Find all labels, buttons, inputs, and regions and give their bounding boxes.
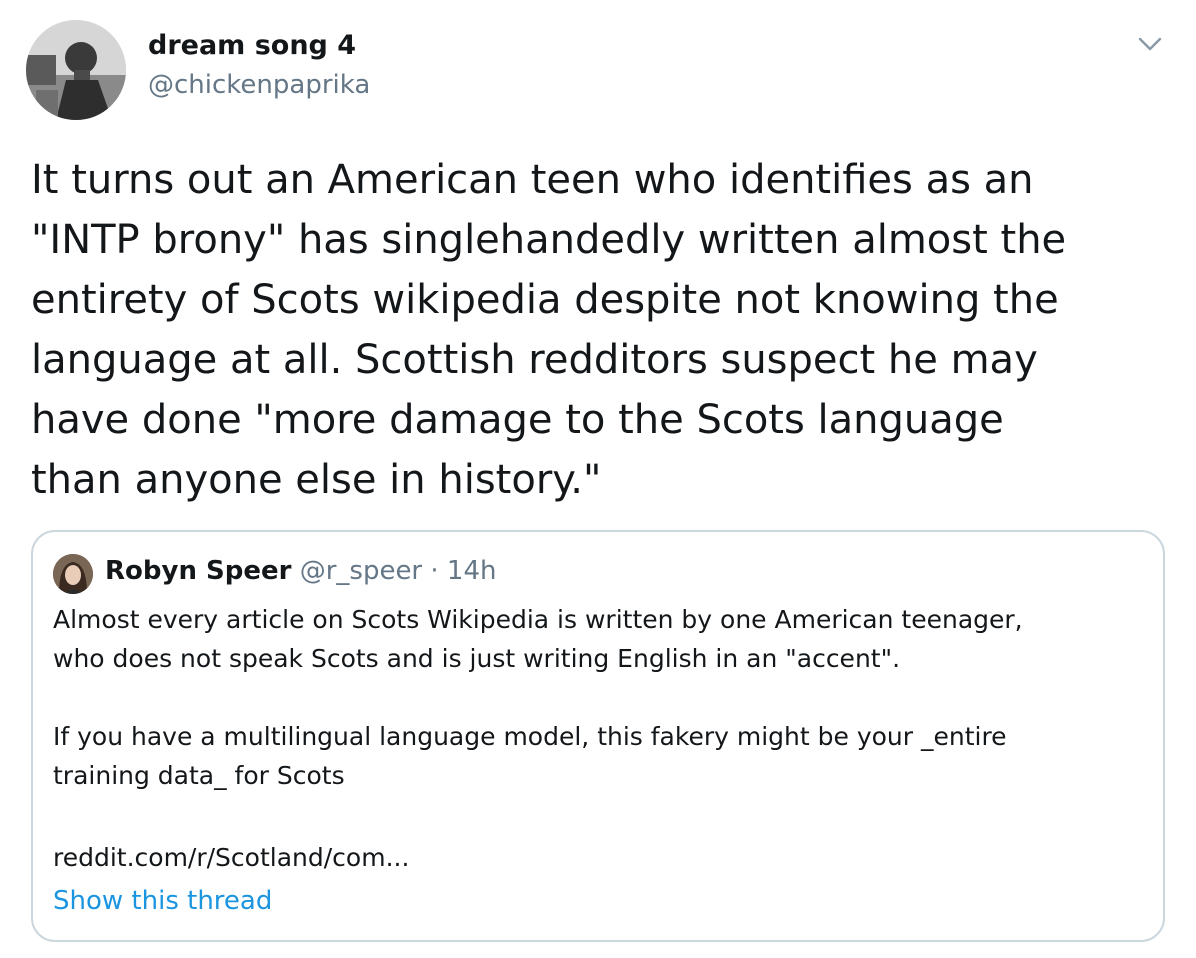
quoted-tweet[interactable]: Robyn Speer @r_speer · 14h Almost every … [31, 530, 1165, 942]
profile-photo-icon [26, 20, 126, 120]
quoted-author-avatar[interactable] [53, 554, 93, 594]
quoted-timestamp[interactable]: 14h [447, 556, 497, 586]
author-display-name[interactable]: dream song 4 [148, 30, 356, 61]
show-thread-link[interactable]: Show this thread [53, 882, 272, 921]
author-handle[interactable]: @chickenpaprika [148, 70, 370, 100]
meta-separator: · [422, 556, 447, 586]
quoted-tweet-text: Almost every article on Scots Wikipedia … [53, 605, 1023, 790]
chevron-down-icon[interactable] [1136, 30, 1164, 58]
quoted-header: Robyn Speer @r_speer · 14h [105, 556, 496, 586]
author-avatar[interactable] [26, 20, 126, 120]
quoted-author-handle[interactable]: @r_speer [300, 556, 422, 586]
profile-photo-icon [53, 554, 93, 594]
quoted-author-name[interactable]: Robyn Speer [105, 556, 291, 586]
tweet-text: It turns out an American teen who identi… [31, 157, 1067, 503]
quoted-link[interactable]: reddit.com/r/Scotland/com... [53, 838, 409, 877]
tweet-card: dream song 4 @chickenpaprika It turns ou… [0, 0, 1196, 958]
